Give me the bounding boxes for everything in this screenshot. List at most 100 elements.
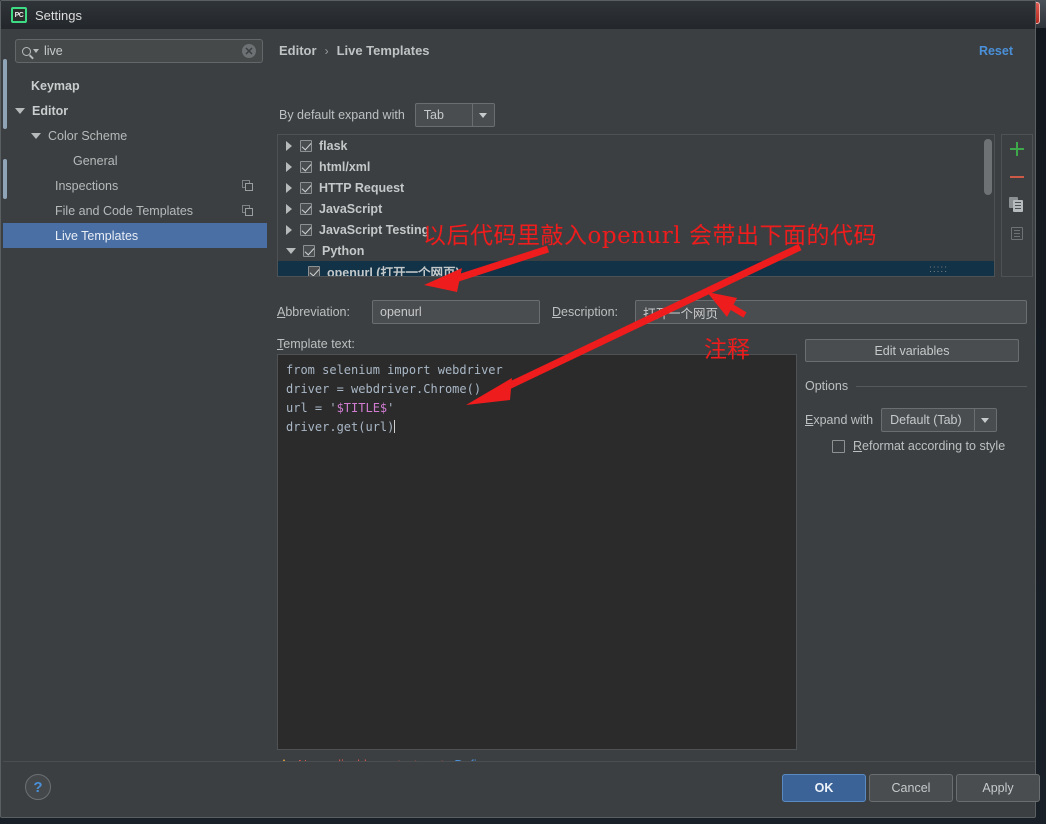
chevron-right-icon[interactable]: [286, 161, 292, 172]
default-expand-select[interactable]: Tab: [414, 103, 495, 127]
description-label-text: escription:: [561, 305, 619, 319]
description-input[interactable]: 打开一个网页: [635, 300, 1027, 324]
copy-icon: [242, 180, 253, 191]
ok-button[interactable]: OK: [782, 774, 866, 802]
dialog-footer: ? OK Cancel Apply: [3, 761, 1040, 815]
search-input[interactable]: [39, 43, 242, 59]
dialog-titlebar: PC Settings: [1, 1, 1035, 29]
duplicate-template-button[interactable]: [1002, 191, 1032, 219]
reformat-checkbox[interactable]: [832, 439, 845, 453]
sidebar-item-inspections[interactable]: Inspections: [3, 173, 267, 198]
breadcrumb-current: Live Templates: [336, 43, 430, 58]
template-group-label: JavaScript: [319, 201, 383, 216]
sidebar-item-general[interactable]: General: [3, 148, 267, 173]
template-fields-row: Abbreviation: openurl Description: 打开一个网…: [277, 300, 1027, 326]
breadcrumb: Editor › Live Templates: [279, 43, 430, 58]
sidebar-item-color-scheme[interactable]: Color Scheme: [3, 123, 267, 148]
copy-template-group-button[interactable]: [1002, 219, 1032, 247]
sidebar-item-live-templates[interactable]: Live Templates: [3, 223, 267, 248]
template-text-label: Template text:: [277, 337, 355, 351]
expand-with-label: Expand with: [805, 413, 874, 427]
default-expand-label: By default expand with: [279, 108, 405, 122]
reformat-label: Reformat according to style: [853, 439, 1006, 453]
sidebar-item-keymap[interactable]: Keymap: [3, 73, 267, 98]
abbreviation-input[interactable]: openurl: [372, 300, 540, 324]
expand-with-row: Expand with Default (Tab): [805, 408, 997, 432]
expand-with-label-text: xpand with: [813, 413, 874, 427]
template-group-label: HTTP Request: [319, 180, 405, 195]
code-text: url = ': [286, 401, 337, 415]
settings-dialog: PC Settings ✕ Keymap Editor Color Scheme: [0, 0, 1040, 818]
chevron-right-icon[interactable]: [286, 224, 292, 235]
search-icon: [22, 46, 39, 56]
template-group-label: Python: [322, 243, 365, 258]
expand-with-select[interactable]: Default (Tab): [881, 408, 997, 432]
settings-main-panel: Editor › Live Templates Reset By default…: [267, 29, 1035, 772]
template-group-label: html/xml: [319, 159, 371, 174]
template-item-label: openurl (打开一个网页): [327, 266, 460, 277]
pycharm-logo-icon: PC: [11, 7, 27, 23]
chevron-right-icon[interactable]: [286, 203, 292, 214]
code-line: url = '$TITLE$': [286, 399, 788, 418]
live-templates-list[interactable]: flask html/xml HTTP Request JavaScript J: [277, 134, 995, 277]
template-variable: $TITLE$: [336, 401, 388, 415]
add-template-button[interactable]: [1002, 135, 1032, 163]
checkbox[interactable]: [300, 223, 312, 236]
reformat-row[interactable]: Reformat according to style: [832, 439, 1005, 453]
checkbox[interactable]: [300, 202, 312, 215]
template-group-javascript-testing[interactable]: JavaScript Testing: [278, 219, 994, 240]
clear-search-icon[interactable]: ✕: [242, 44, 256, 58]
template-list-toolbar: [1001, 134, 1033, 277]
remove-template-button[interactable]: [1002, 163, 1032, 191]
sidebar-item-label: File and Code Templates: [55, 203, 194, 218]
reset-link[interactable]: Reset: [979, 44, 1013, 58]
default-expand-value: Tab: [423, 108, 444, 122]
help-button[interactable]: ?: [25, 774, 51, 800]
default-expand-row: By default expand with Tab: [279, 103, 495, 127]
template-list-scrollbar[interactable]: [984, 139, 992, 195]
options-group: Options: [805, 379, 1027, 393]
options-title-text: Options: [805, 379, 849, 393]
chevron-right-icon[interactable]: [286, 140, 292, 151]
template-group-flask[interactable]: flask: [278, 135, 994, 156]
sidebar-item-label: Inspections: [55, 178, 119, 193]
checkbox[interactable]: [303, 244, 315, 257]
checkbox[interactable]: [300, 139, 312, 152]
abbreviation-value: openurl: [380, 305, 422, 319]
chevron-down-icon: [15, 107, 25, 114]
checkbox[interactable]: [300, 160, 312, 173]
abbreviation-label-text: bbreviation:: [285, 305, 350, 319]
breadcrumb-parent[interactable]: Editor: [279, 43, 317, 58]
template-group-python[interactable]: Python: [278, 240, 994, 261]
copy-icon: [242, 205, 253, 216]
sidebar-item-label: Editor: [32, 103, 69, 118]
checkbox[interactable]: [308, 265, 320, 276]
template-item-openurl[interactable]: openurl (打开一个网页): [278, 261, 994, 277]
template-group-http-request[interactable]: HTTP Request: [278, 177, 994, 198]
template-group-label: flask: [319, 138, 348, 153]
edit-variables-button[interactable]: Edit variables: [805, 339, 1019, 362]
sidebar-item-file-and-code-templates[interactable]: File and Code Templates: [3, 198, 267, 223]
checkbox[interactable]: [300, 181, 312, 194]
search-box[interactable]: ✕: [15, 39, 263, 63]
description-label: Description:: [552, 305, 619, 319]
chevron-right-icon[interactable]: [286, 182, 292, 193]
template-group-html-xml[interactable]: html/xml: [278, 156, 994, 177]
chevron-down-icon[interactable]: [973, 409, 996, 431]
resize-grip-icon[interactable]: :::::: [929, 264, 948, 275]
template-text-editor[interactable]: from selenium import webdriver driver = …: [277, 354, 797, 750]
options-group-title: Options: [805, 379, 1027, 393]
apply-button[interactable]: Apply: [956, 774, 1040, 802]
abbreviation-label: Abbreviation:: [277, 305, 350, 319]
cancel-button[interactable]: Cancel: [869, 774, 953, 802]
code-text: ': [387, 401, 395, 415]
code-text: driver.get(url): [286, 420, 395, 434]
chevron-down-icon[interactable]: [471, 104, 494, 126]
code-line: driver = webdriver.Chrome(): [286, 382, 482, 396]
sidebar-item-label: Keymap: [31, 78, 80, 93]
chevron-down-icon[interactable]: [286, 247, 296, 254]
description-value: 打开一个网页: [643, 306, 719, 321]
divider: [856, 385, 1027, 387]
sidebar-item-editor[interactable]: Editor: [3, 98, 267, 123]
template-group-javascript[interactable]: JavaScript: [278, 198, 994, 219]
